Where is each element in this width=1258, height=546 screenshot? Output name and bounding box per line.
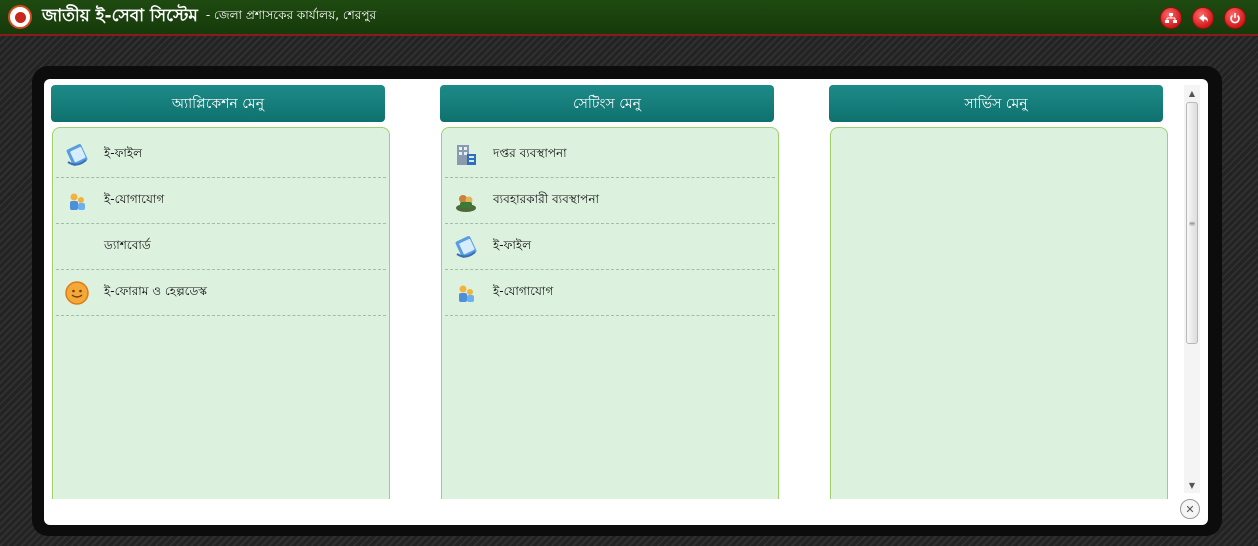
vertical-scrollbar[interactable]: ▲ ≡ ▼: [1184, 85, 1200, 493]
close-icon[interactable]: ✕: [1180, 499, 1200, 519]
users-icon: [453, 188, 479, 214]
menu-item-dashboard[interactable]: ড্যাশবোর্ড: [56, 224, 386, 270]
application-menu-column: অ্যাপ্লিকেশন মেনু ই-ফাইল ই-যোগাযোগ ড্যাশ…: [44, 85, 390, 499]
menu-item-user-management[interactable]: ব্যবহারকারী ব্যবস্থাপনা: [445, 178, 775, 224]
back-icon[interactable]: [1192, 7, 1214, 29]
scroll-up-arrow-icon[interactable]: ▲: [1184, 85, 1200, 101]
power-icon[interactable]: [1224, 7, 1246, 29]
menu-item-efile[interactable]: ই-ফাইল: [445, 224, 775, 270]
column-header: অ্যাপ্লিকেশন মেনু: [51, 85, 385, 122]
menu-item-forum-helpdesk[interactable]: ই-ফোরাম ও হেল্পডেস্ক: [56, 270, 386, 316]
menu-panel: অ্যাপ্লিকেশন মেনু ই-ফাইল ই-যোগাযোগ ড্যাশ…: [44, 79, 1208, 525]
efile-icon: [453, 234, 479, 260]
scroll-thumb[interactable]: ≡: [1186, 102, 1198, 344]
efile-icon: [64, 142, 90, 168]
top-bar: জাতীয় ই-সেবা সিস্টেম - জেলা প্রশাসকের ক…: [0, 0, 1258, 36]
sitemap-icon[interactable]: [1160, 7, 1182, 29]
menu-item-label: ব্যবহারকারী ব্যবস্থাপনা: [493, 191, 599, 206]
settings-menu-column: সেটিংস মেনু দপ্তর ব্যবস্থাপনা ব্যবহারকার…: [433, 85, 779, 499]
menu-item-efile[interactable]: ই-ফাইল: [56, 132, 386, 178]
government-logo-icon: [8, 5, 32, 29]
menu-item-office-management[interactable]: দপ্তর ব্যবস্থাপনা: [445, 132, 775, 178]
column-body: ই-ফাইল ই-যোগাযোগ ড্যাশবোর্ড ই-ফোরাম ও হে…: [52, 127, 390, 499]
service-menu-column: সার্ভিস মেনু: [822, 85, 1168, 499]
menu-item-label: ই-যোগাযোগ: [493, 283, 554, 298]
app-title: জাতীয় ই-সেবা সিস্টেম: [42, 6, 198, 26]
menu-item-communication[interactable]: ই-যোগাযোগ: [56, 178, 386, 224]
app-subtitle: - জেলা প্রশাসকের কার্যালয়, শেরপুর: [205, 8, 377, 22]
menu-item-label: দপ্তর ব্যবস্থাপনা: [493, 145, 567, 160]
column-body: দপ্তর ব্যবস্থাপনা ব্যবহারকারী ব্যবস্থাপন…: [441, 127, 779, 499]
menu-item-label: ই-ফাইল: [104, 145, 143, 160]
communication-icon: [453, 280, 479, 306]
communication-icon: [64, 188, 90, 214]
column-header: সার্ভিস মেনু: [829, 85, 1163, 122]
menu-item-label: ই-যোগাযোগ: [104, 191, 165, 206]
menu-item-label: ড্যাশবোর্ড: [104, 237, 151, 252]
column-body: [830, 127, 1168, 499]
column-header: সেটিংস মেনু: [440, 85, 774, 122]
menu-item-communication[interactable]: ই-যোগাযোগ: [445, 270, 775, 316]
menu-item-label: ই-ফাইল: [493, 237, 532, 252]
scroll-down-arrow-icon[interactable]: ▼: [1184, 477, 1200, 493]
office-icon: [453, 142, 479, 168]
forum-icon: [64, 280, 90, 306]
menu-item-label: ই-ফোরাম ও হেল্পডেস্ক: [104, 283, 207, 298]
